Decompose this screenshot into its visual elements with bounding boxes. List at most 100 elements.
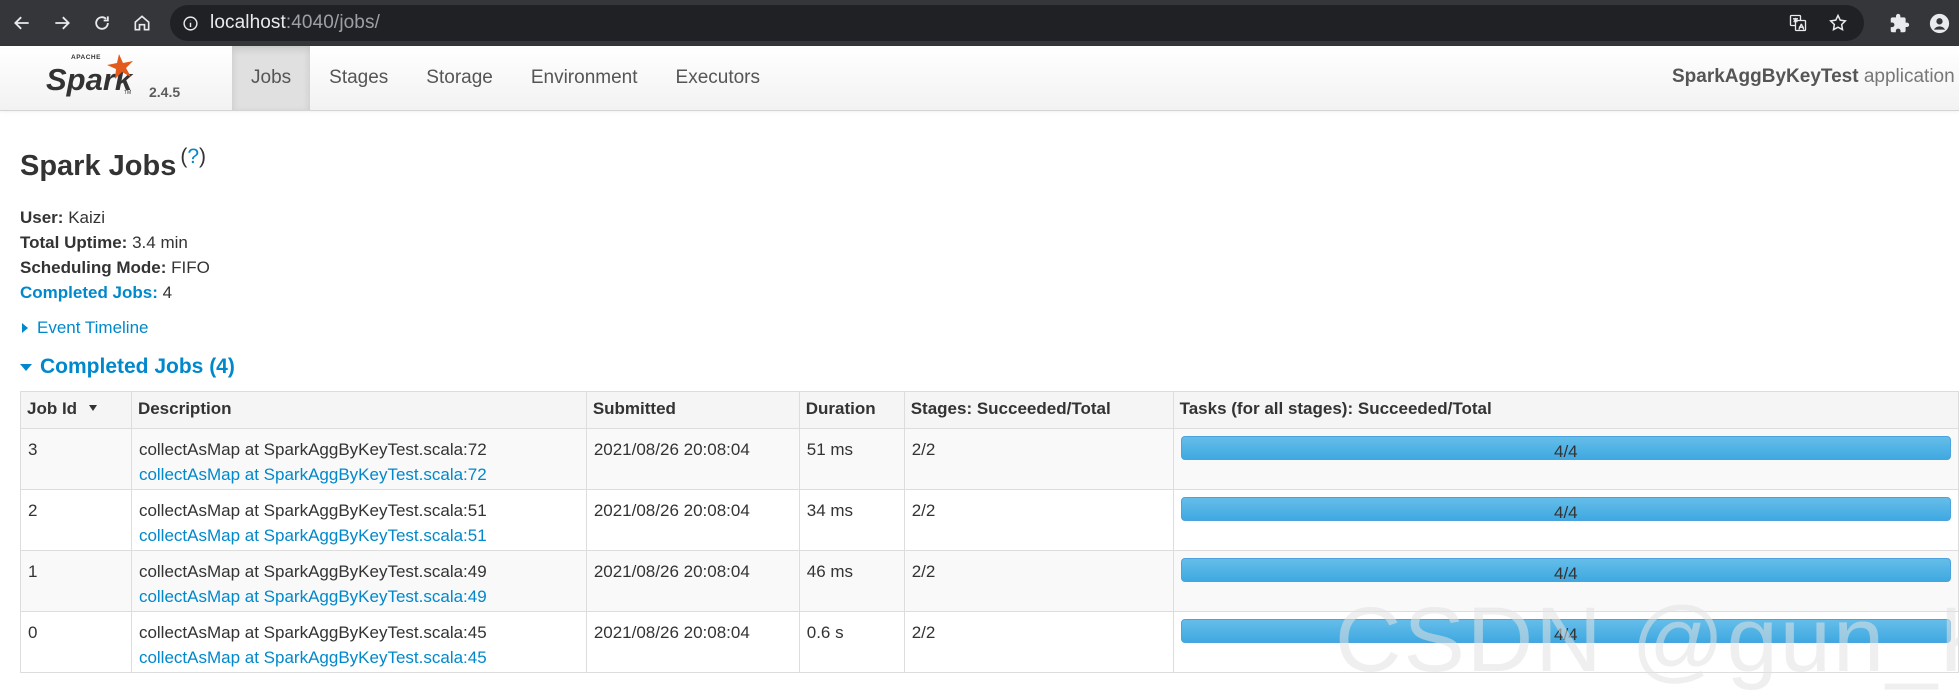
summary-completed-value: 4 [162,283,173,302]
extensions-button[interactable] [1879,0,1919,46]
bookmark-button[interactable] [1818,5,1858,41]
job-summary: User: Kaizi Total Uptime: 3.4 min Schedu… [20,205,210,305]
address-bar[interactable]: localhost:4040/jobs/ [170,5,1864,41]
job-description: collectAsMap at SparkAggByKeyTest.scala:… [138,501,487,520]
application-name: SparkAggByKeyTest application UI [1672,66,1959,88]
table-row: 2 collectAsMap at SparkAggByKeyTest.scal… [20,489,1959,551]
url-text[interactable]: localhost:4040/jobs/ [210,12,380,34]
col-description[interactable]: Description [130,391,587,429]
summary-user: User: Kaizi [20,205,210,230]
tasks-progress-bar: 4/4 [1180,619,1951,643]
summary-uptime-label: Total Uptime: [20,233,128,252]
duration-cell: 51 ms [798,428,905,490]
job-detail-link[interactable]: collectAsMap at SparkAggByKeyTest.scala:… [139,648,487,667]
svg-text:APACHE: APACHE [71,54,101,61]
col-submitted[interactable]: Submitted [585,391,800,429]
summary-uptime-value: 3.4 min [132,233,188,252]
help-link[interactable]: ? [187,145,199,168]
expand-arrow-icon [22,323,28,333]
completed-jobs-header[interactable]: Completed Jobs (4) [20,355,235,379]
back-button[interactable] [2,0,42,46]
tasks-progress-label: 4/4 [1553,564,1578,582]
extensions-icon [1890,13,1909,32]
event-timeline-toggle[interactable]: Event Timeline [22,318,149,338]
reload-button[interactable] [82,0,122,46]
col-job-id-label: Job Id [27,399,78,418]
profile-icon [1929,13,1949,33]
site-info-icon [182,15,198,31]
summary-uptime: Total Uptime: 3.4 min [20,230,210,255]
browser-toolbar: localhost:4040/jobs/ [0,0,1959,46]
tasks-progress-bar: 4/4 [1180,436,1951,460]
completed-jobs-table: Job Id Description Submitted Duration St… [20,391,1959,673]
home-button[interactable] [122,0,162,46]
summary-completed: Completed Jobs: 4 [20,280,210,305]
job-detail-link[interactable]: collectAsMap at SparkAggByKeyTest.scala:… [139,526,487,545]
app-name-suffix: application UI [1863,66,1959,87]
job-id-cell: 2 [20,489,132,551]
page-title-text: Spark Jobs [20,150,177,182]
job-id-cell: 3 [20,428,132,490]
job-id-cell: 1 [20,550,132,612]
tasks-progress-label: 4/4 [1553,503,1578,521]
nav-tabs: Jobs Stages Storage Environment Executor… [232,46,779,110]
duration-cell: 46 ms [798,550,905,612]
tab-executors[interactable]: Executors [657,46,779,110]
reload-icon [95,16,109,30]
svg-text:TM: TM [124,90,131,96]
description-cell: collectAsMap at SparkAggByKeyTest.scala:… [130,611,587,673]
url-host: localhost [210,12,286,33]
spark-navbar: APACHE Spark TM 2.4.5 Jobs Stages Storag… [0,46,1959,111]
translate-button[interactable] [1778,5,1818,41]
job-description: collectAsMap at SparkAggByKeyTest.scala:… [138,623,487,642]
summary-user-value: Kaizi [68,208,106,227]
translate-icon [1789,14,1807,32]
forward-button[interactable] [42,0,82,46]
tasks-progress-label: 4/4 [1553,442,1578,460]
forward-icon [55,16,70,30]
home-icon [134,15,150,31]
description-cell: collectAsMap at SparkAggByKeyTest.scala:… [130,489,587,551]
back-icon [14,16,29,30]
app-name-bold: SparkAggByKeyTest [1672,66,1859,87]
table-row: 1 collectAsMap at SparkAggByKeyTest.scal… [20,550,1959,612]
completed-jobs-title: Completed Jobs (4) [40,355,235,378]
spark-brand[interactable]: APACHE Spark TM 2.4.5 [40,46,190,111]
table-row: 3 collectAsMap at SparkAggByKeyTest.scal… [20,428,1959,490]
col-stages[interactable]: Stages: Succeeded/Total [903,391,1174,429]
tab-jobs[interactable]: Jobs [232,46,311,110]
col-job-id[interactable]: Job Id [20,391,132,429]
job-detail-link[interactable]: collectAsMap at SparkAggByKeyTest.scala:… [139,587,487,606]
help-tooltip: (?) [180,145,207,168]
collapse-arrow-icon [20,363,32,371]
tasks-cell: 4/4 [1172,489,1959,551]
tasks-cell: 4/4 [1172,611,1959,673]
tab-environment[interactable]: Environment [512,46,657,110]
stages-cell: 2/2 [903,428,1174,490]
tasks-progress-bar: 4/4 [1180,497,1951,521]
submitted-cell: 2021/08/26 20:08:04 [585,550,800,612]
summary-scheduling: Scheduling Mode: FIFO [20,255,210,280]
page-title: Spark Jobs (?) [20,145,206,183]
table-header-row: Job Id Description Submitted Duration St… [20,391,1959,429]
completed-jobs-link[interactable]: Completed Jobs: [20,283,158,302]
summary-user-label: User: [20,208,64,227]
site-info-button[interactable] [170,15,210,32]
tasks-cell: 4/4 [1172,428,1959,490]
duration-cell: 34 ms [798,489,905,551]
submitted-cell: 2021/08/26 20:08:04 [585,428,800,490]
tab-stages[interactable]: Stages [310,46,407,110]
col-tasks[interactable]: Tasks (for all stages): Succeeded/Total [1172,391,1959,429]
stages-cell: 2/2 [903,550,1174,612]
submitted-cell: 2021/08/26 20:08:04 [585,611,800,673]
col-duration[interactable]: Duration [798,391,905,429]
job-description: collectAsMap at SparkAggByKeyTest.scala:… [138,440,487,459]
spark-logo: APACHE Spark TM [46,54,134,97]
job-description: collectAsMap at SparkAggByKeyTest.scala:… [138,562,487,581]
tab-storage[interactable]: Storage [407,46,512,110]
profile-button[interactable] [1919,0,1959,46]
sort-desc-icon [89,405,98,411]
summary-scheduling-value: FIFO [171,258,210,277]
job-id-cell: 0 [20,611,132,673]
job-detail-link[interactable]: collectAsMap at SparkAggByKeyTest.scala:… [139,465,487,484]
